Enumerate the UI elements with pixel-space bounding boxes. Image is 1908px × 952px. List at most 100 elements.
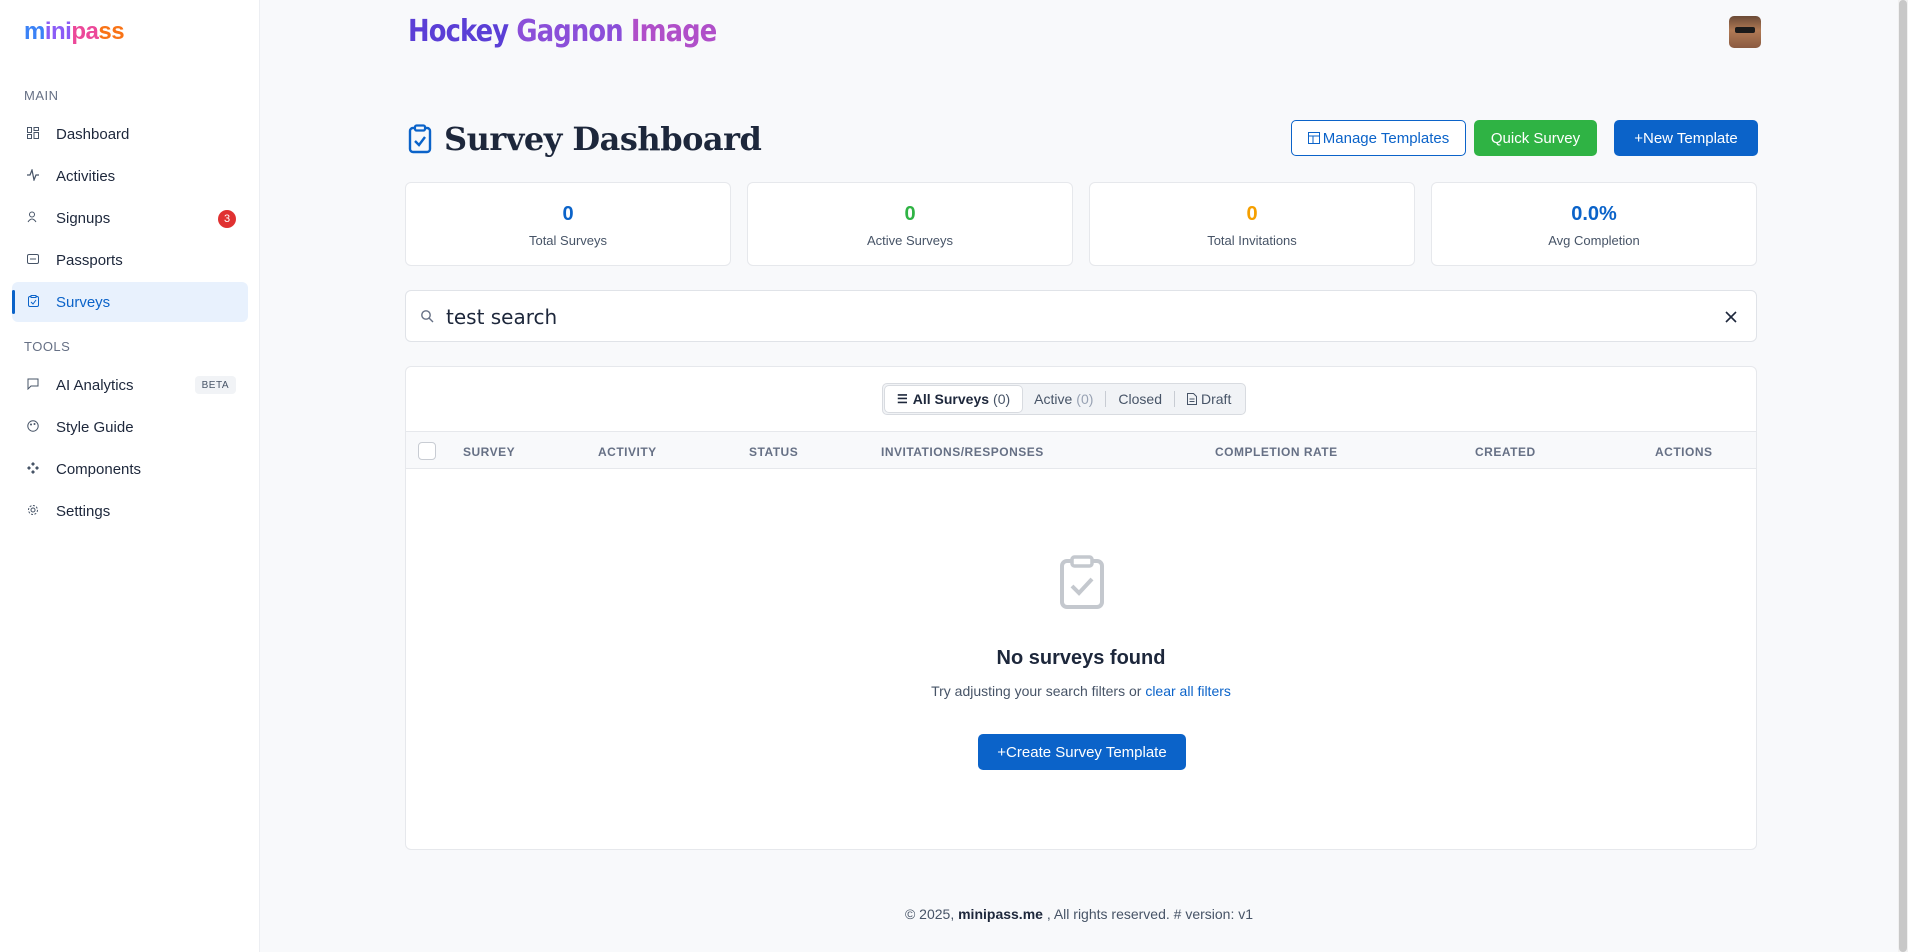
- signups-count-badge: 3: [218, 210, 236, 228]
- brand-word: Gagnon: [516, 14, 623, 49]
- column-header-survey[interactable]: SURVEY: [463, 445, 515, 459]
- active-indicator: [12, 290, 15, 314]
- button-label: Manage Templates: [1322, 129, 1450, 147]
- stat-card-total-invitations: 0 Total Invitations: [1089, 182, 1415, 266]
- activity-icon: [26, 168, 40, 182]
- column-header-invitations[interactable]: INVITATIONS/RESPONSES: [881, 445, 1044, 459]
- quick-survey-button[interactable]: Quick Survey: [1474, 120, 1597, 156]
- stat-label: Total Invitations: [1207, 233, 1297, 248]
- button-label: Quick Survey: [1490, 129, 1581, 147]
- surveys-table-card: ☰ All Surveys (0) Active (0) Closed Draf…: [405, 366, 1757, 850]
- column-header-created[interactable]: CREATED: [1475, 445, 1536, 459]
- sidebar-item-signups[interactable]: Signups 3: [12, 198, 248, 238]
- footer-copyright: © 2025,: [904, 906, 955, 922]
- empty-state-hint: Try adjusting your search filters or: [931, 683, 1142, 699]
- template-icon: [1307, 132, 1320, 144]
- clipboard-check-icon: [1060, 555, 1104, 609]
- tab-label: Active: [1034, 391, 1073, 407]
- stat-value: 0: [1246, 203, 1258, 225]
- beta-badge: BETA: [194, 376, 236, 394]
- sidebar-item-label: Dashboard: [56, 125, 130, 143]
- section-label-tools: TOOLS: [24, 339, 71, 354]
- sidebar-item-label: Components: [56, 460, 142, 478]
- gear-icon: [26, 503, 40, 517]
- search-input[interactable]: [446, 301, 1686, 333]
- palette-icon: [26, 419, 40, 433]
- brand-word: Image: [630, 14, 717, 49]
- logo-part: ss: [98, 18, 125, 45]
- logo-part: pa: [71, 18, 99, 45]
- sidebar: minipass MAIN Dashboard Activities Signu…: [0, 0, 260, 952]
- tab-draft[interactable]: Draft: [1175, 386, 1243, 412]
- button-label: +Create Survey Template: [997, 743, 1167, 761]
- sidebar-item-label: Signups: [56, 209, 111, 227]
- avatar[interactable]: [1729, 16, 1761, 48]
- logo-part: m: [24, 18, 45, 45]
- tab-count: (0): [1076, 391, 1094, 407]
- brand-title: Hockey Gagnon Image: [408, 14, 717, 49]
- sidebar-item-dashboard[interactable]: Dashboard: [12, 114, 248, 154]
- status-filter-tabs: ☰ All Surveys (0) Active (0) Closed Draf…: [882, 383, 1247, 415]
- tab-label: All Surveys: [912, 391, 990, 407]
- footer-rights: , All rights reserved. # version: v1: [1046, 906, 1254, 922]
- stat-card-avg-completion: 0.0% Avg Completion: [1431, 182, 1757, 266]
- avatar-detail: [1735, 27, 1755, 33]
- page-title: Survey Dashboard: [444, 120, 762, 158]
- empty-state-title: No surveys found: [996, 647, 1166, 669]
- table-header: SURVEY ACTIVITY STATUS INVITATIONS/RESPO…: [406, 431, 1756, 469]
- sidebar-item-ai-analytics[interactable]: AI Analytics BETA: [12, 365, 248, 405]
- ticket-icon: [26, 252, 40, 266]
- sidebar-item-label: Surveys: [56, 293, 111, 311]
- sidebar-item-surveys[interactable]: Surveys: [12, 282, 248, 322]
- brand-word: Hockey: [408, 14, 509, 49]
- search-icon: [421, 310, 434, 323]
- footer-brand-link[interactable]: minipass.me: [958, 906, 1043, 922]
- clear-filters-link[interactable]: clear all filters: [1145, 683, 1231, 699]
- column-header-completion-rate[interactable]: COMPLETION RATE: [1215, 445, 1338, 459]
- stat-value: 0: [904, 203, 916, 225]
- column-header-activity[interactable]: ACTIVITY: [598, 445, 657, 459]
- sidebar-item-label: Settings: [56, 502, 111, 520]
- stat-value: 0.0%: [1571, 203, 1617, 225]
- minipass-logo[interactable]: minipass: [24, 18, 125, 46]
- sidebar-item-label: AI Analytics: [56, 376, 134, 394]
- scrollbar-track[interactable]: [1898, 0, 1908, 952]
- button-label: +New Template: [1634, 129, 1738, 147]
- sidebar-item-label: Passports: [56, 251, 123, 269]
- empty-state-text: Try adjusting your search filters or cle…: [406, 683, 1756, 699]
- dashboard-icon: [26, 126, 40, 140]
- sidebar-item-label: Activities: [56, 167, 116, 185]
- create-survey-template-button[interactable]: +Create Survey Template: [978, 734, 1186, 770]
- manage-templates-button[interactable]: Manage Templates: [1291, 120, 1466, 156]
- clipboard-check-icon: [408, 124, 432, 154]
- components-icon: [26, 461, 40, 475]
- tab-count: (0): [993, 391, 1011, 407]
- close-icon[interactable]: [1724, 310, 1738, 324]
- select-all-checkbox[interactable]: [418, 442, 436, 460]
- stat-label: Avg Completion: [1548, 233, 1640, 248]
- column-header-status[interactable]: STATUS: [749, 445, 798, 459]
- tab-label: Closed: [1118, 391, 1162, 407]
- stat-value: 0: [562, 203, 574, 225]
- sidebar-item-components[interactable]: Components: [12, 449, 248, 489]
- stat-card-total-surveys: 0 Total Surveys: [405, 182, 731, 266]
- sidebar-item-activities[interactable]: Activities: [12, 156, 248, 196]
- logo-part: ini: [44, 18, 72, 45]
- clipboard-icon: [26, 294, 40, 308]
- document-icon: [1187, 393, 1197, 405]
- stat-card-active-surveys: 0 Active Surveys: [747, 182, 1073, 266]
- sidebar-item-style-guide[interactable]: Style Guide: [12, 407, 248, 447]
- tab-closed[interactable]: Closed: [1106, 386, 1174, 412]
- tab-label: Draft: [1201, 391, 1232, 407]
- new-template-button[interactable]: +New Template: [1614, 120, 1758, 156]
- sidebar-item-passports[interactable]: Passports: [12, 240, 248, 280]
- scrollbar-thumb[interactable]: [1899, 0, 1907, 952]
- tab-all-surveys[interactable]: ☰ All Surveys (0): [885, 386, 1023, 412]
- list-icon: ☰: [897, 392, 908, 406]
- tab-active[interactable]: Active (0): [1022, 386, 1105, 412]
- user-icon: [26, 210, 40, 224]
- section-label-main: MAIN: [24, 88, 59, 103]
- column-header-actions: ACTIONS: [1655, 445, 1713, 459]
- stat-label: Total Surveys: [528, 233, 608, 248]
- sidebar-item-settings[interactable]: Settings: [12, 491, 248, 531]
